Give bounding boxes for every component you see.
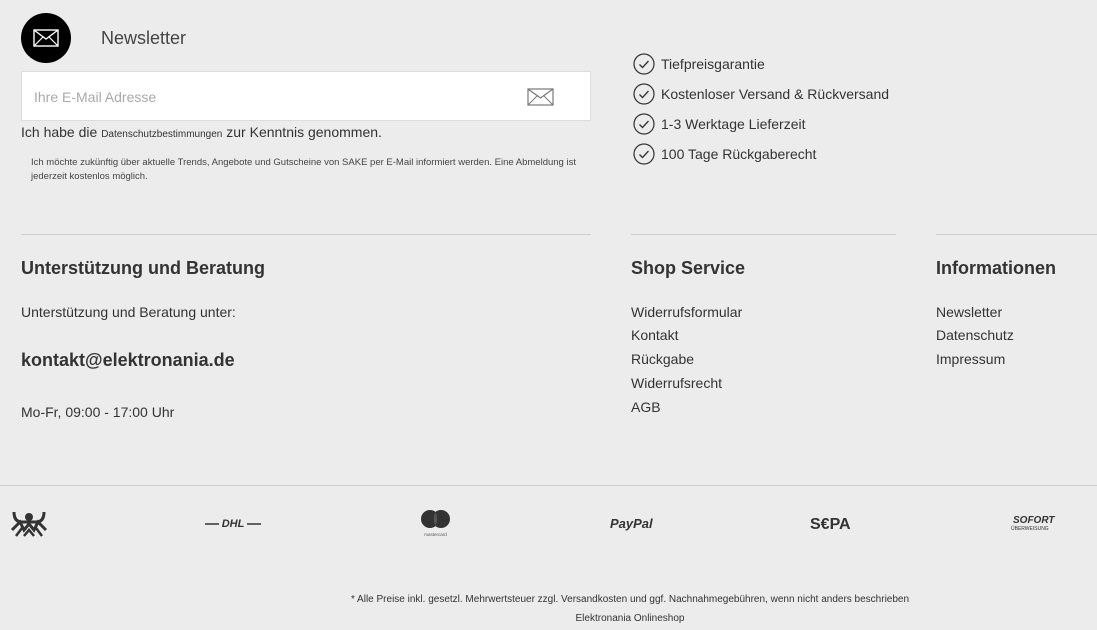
check-circle-icon <box>633 113 655 135</box>
deutsche-post-logo <box>10 505 48 541</box>
support-intro: Unterstützung und Beratung unter: <box>21 304 236 320</box>
link-impressum[interactable]: Impressum <box>936 351 1005 367</box>
check-circle-icon <box>633 83 655 105</box>
divider <box>936 234 1097 235</box>
dhl-text: DHL <box>222 518 245 530</box>
mastercard-text: mastercard <box>424 532 447 537</box>
paypal-logo: PayPal <box>610 505 662 541</box>
email-input[interactable] <box>32 86 512 108</box>
benefit-label: 1-3 Werktage Lieferzeit <box>661 116 806 132</box>
divider <box>0 485 1097 486</box>
benefit-item: 1-3 Werktage Lieferzeit <box>633 113 805 135</box>
sofort-logo: SOFORT ÜBERWEISUNG <box>1011 505 1061 541</box>
link-kontakt[interactable]: Kontakt <box>631 327 678 343</box>
dhl-logo: DHL <box>205 505 261 541</box>
shop-name: Elektronania Onlineshop <box>575 613 685 624</box>
divider <box>631 234 896 235</box>
benefit-label: 100 Tage Rückgaberecht <box>661 146 817 162</box>
benefit-item: 100 Tage Rückgaberecht <box>633 143 816 165</box>
benefit-item: Kostenloser Versand & Rückversand <box>633 83 889 105</box>
support-email-link[interactable]: kontakt@elektronania.de <box>21 350 235 371</box>
privacy-policy-link[interactable]: Datenschutzbestimmungen <box>101 129 222 140</box>
link-newsletter[interactable]: Newsletter <box>936 304 1002 320</box>
link-datenschutz[interactable]: Datenschutz <box>936 327 1014 343</box>
envelope-icon <box>33 29 59 47</box>
sofort-sub-text: ÜBERWEISUNG <box>1011 525 1049 532</box>
newsletter-badge <box>21 13 71 63</box>
sofort-text: SOFORT <box>1013 515 1055 526</box>
benefit-label: Tiefpreisgarantie <box>661 56 765 72</box>
sepa-text: S€PA <box>810 516 851 533</box>
benefit-item: Tiefpreisgarantie <box>633 53 765 75</box>
support-title: Unterstützung und Beratung <box>21 258 265 278</box>
privacy-prefix: Ich habe die <box>21 124 98 140</box>
shop-service-title: Shop Service <box>631 258 746 278</box>
link-widerrufsrecht[interactable]: Widerrufsrecht <box>631 375 722 391</box>
newsletter-form <box>21 71 591 121</box>
link-agb[interactable]: AGB <box>631 399 661 415</box>
link-widerrufsformular[interactable]: Widerrufsformular <box>631 304 742 320</box>
newsletter-consent-note: Ich möchte zukünftig über aktuelle Trend… <box>31 157 576 182</box>
send-envelope-icon[interactable] <box>527 87 555 107</box>
benefit-label: Kostenloser Versand & Rückversand <box>661 86 890 102</box>
price-disclaimer: * Alle Preise inkl. gesetzl. Mehrwertste… <box>350 594 910 605</box>
privacy-consent-text: Ich habe die Datenschutzbestimmungen zur… <box>21 124 382 140</box>
link-rueckgabe[interactable]: Rückgabe <box>631 351 694 367</box>
divider <box>21 234 591 235</box>
privacy-suffix: zur Kenntnis genommen. <box>226 124 382 140</box>
information-title: Informationen <box>936 258 1056 278</box>
check-circle-icon <box>633 143 655 165</box>
mastercard-logo: mastercard <box>418 505 454 541</box>
sepa-logo: S€PA <box>810 505 862 541</box>
support-hours: Mo-Fr, 09:00 - 17:00 Uhr <box>21 404 175 420</box>
check-circle-icon <box>633 53 655 75</box>
paypal-text: PayPal <box>610 516 653 531</box>
newsletter-title: Newsletter <box>101 28 187 48</box>
